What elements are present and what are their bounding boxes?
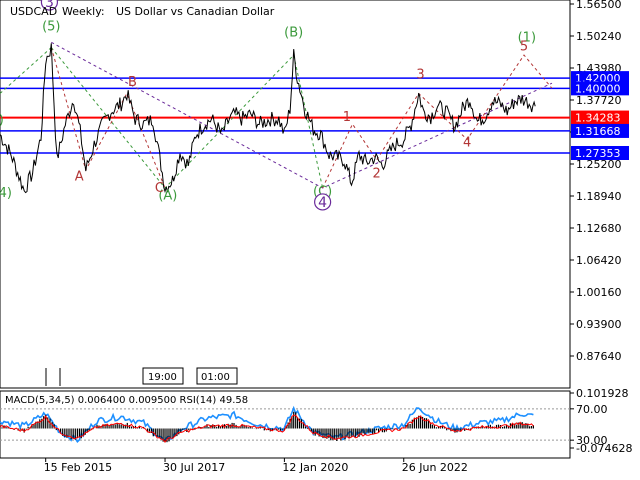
wave-label: 1 bbox=[343, 110, 351, 125]
price-level-tag-label: 1.27353 bbox=[575, 147, 621, 160]
wave-label: 4 bbox=[318, 195, 327, 211]
wave-label: (5) bbox=[42, 20, 60, 35]
indicator-title: MACD(5,34,5) 0.006400 0.009500 RSI(14) 4… bbox=[5, 395, 248, 406]
timeframe-label: Weekly: bbox=[62, 5, 105, 18]
price-axis-label: 1.50240 bbox=[576, 30, 622, 43]
wave-label: 5 bbox=[520, 40, 528, 55]
wave-label: A bbox=[75, 169, 84, 184]
price-axis-label: 0.87640 bbox=[576, 350, 622, 363]
time-box-1-label: 19:00 bbox=[148, 372, 177, 383]
price-level-tag-label: 1.31668 bbox=[575, 125, 621, 138]
indicator-axis-label: 70.00 bbox=[576, 403, 608, 416]
wave-label: 5) bbox=[0, 113, 4, 128]
wave-label: (B) bbox=[284, 26, 303, 41]
wave-label: 2 bbox=[373, 166, 381, 181]
chart-header: USDCAD Weekly: US Dollar vs Canadian Dol… bbox=[10, 5, 275, 18]
time-axis-label: 15 Feb 2015 bbox=[44, 461, 112, 474]
price-axis: 1.565001.502401.439801.377201.314601.252… bbox=[570, 0, 622, 363]
chart-stage: (5)(B)(1)(A)(C)(4)BAC12345345) 1.565001.… bbox=[0, 0, 640, 480]
time-axis-label: 12 Jan 2020 bbox=[282, 461, 348, 474]
price-axis-label: 1.18940 bbox=[576, 190, 622, 203]
time-axis: 15 Feb 2015 30 Jul 2017 12 Jan 2020 26 Jun … bbox=[44, 458, 468, 474]
instrument-description: US Dollar vs Canadian Dollar bbox=[116, 5, 275, 18]
price-axis-label: 0.93900 bbox=[576, 318, 622, 331]
price-level-tag-label: 1.34283 bbox=[575, 112, 621, 125]
wave-label: C bbox=[155, 181, 164, 196]
indicator-axis: 0.10192870.0030.00-0.074628 bbox=[570, 387, 632, 455]
price-axis-label: 1.12680 bbox=[576, 222, 622, 235]
price-axis-label: 1.56500 bbox=[576, 0, 622, 11]
indicator-axis-label: -0.074628 bbox=[576, 442, 632, 455]
price-axis-label: 1.06420 bbox=[576, 254, 622, 267]
price-axis-label: 1.00160 bbox=[576, 286, 622, 299]
time-axis-label: 30 Jul 2017 bbox=[163, 461, 225, 474]
time-axis-label: 26 Jun 2022 bbox=[402, 461, 468, 474]
main-plot-frame bbox=[0, 0, 571, 389]
wave-label: 3 bbox=[416, 68, 424, 83]
price-tags: 1.420001.400001.342831.316681.27353 bbox=[571, 71, 629, 160]
wave-label: (4) bbox=[0, 186, 12, 201]
price-level-tag-label: 1.40000 bbox=[575, 82, 621, 95]
wave-label: 4 bbox=[463, 136, 471, 151]
time-box-2-label: 01:00 bbox=[201, 372, 230, 383]
symbol-label: USDCAD bbox=[10, 5, 57, 18]
usdcad-weekly-chart: (5)(B)(1)(A)(C)(4)BAC12345345) 1.565001.… bbox=[0, 0, 632, 474]
indicator-axis-label: 0.101928 bbox=[576, 387, 629, 400]
wave-label: B bbox=[128, 75, 137, 90]
price-axis-label: 1.37720 bbox=[576, 94, 622, 107]
